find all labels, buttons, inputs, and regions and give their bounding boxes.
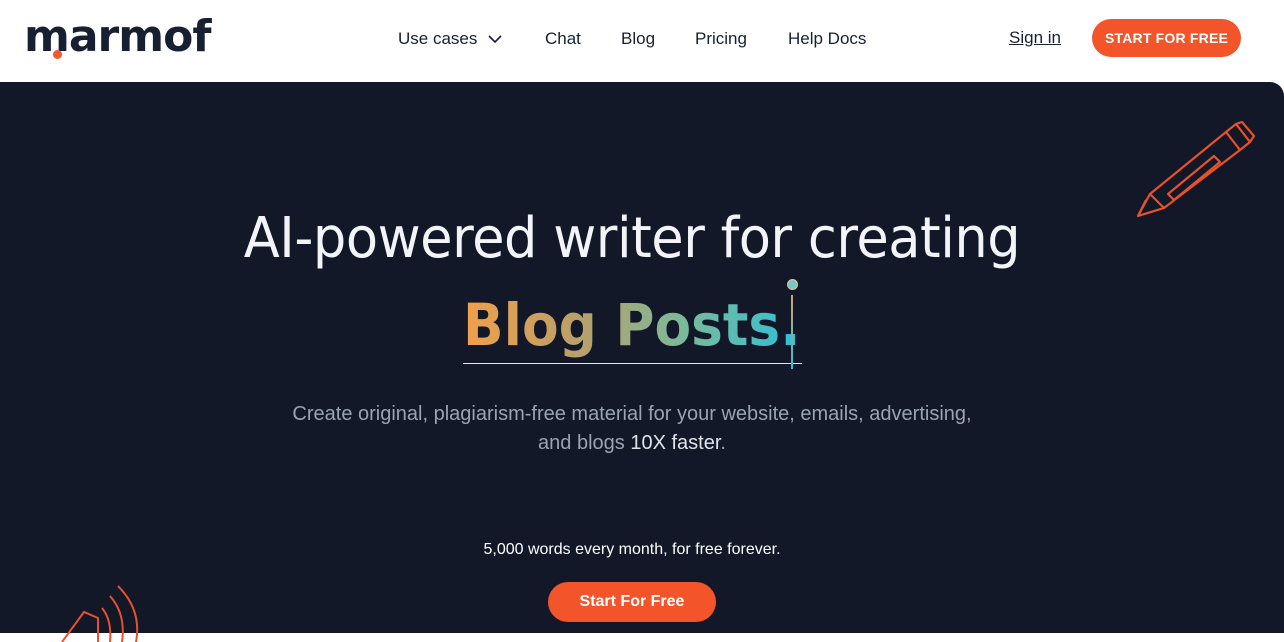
start-for-free-header-button[interactable]: START FOR FREE — [1092, 19, 1241, 57]
hero-headline: AI-powered writer for creating — [243, 206, 1021, 271]
sound-waves-icon — [61, 585, 139, 642]
top-header: marmof Use cases Chat Blog Pricing Help … — [0, 0, 1284, 82]
nav-use-cases-label: Use cases — [398, 29, 478, 48]
typed-text-box: Blog Posts. — [463, 279, 802, 369]
sign-in-link[interactable]: Sign in — [1009, 28, 1061, 48]
logo-wordmark: marmof — [24, 11, 211, 62]
nav-blog[interactable]: Blog — [621, 29, 655, 49]
start-for-free-hero-button[interactable]: Start For Free — [548, 582, 716, 622]
nav-chat[interactable]: Chat — [545, 29, 581, 49]
subtitle-end: . — [720, 432, 726, 454]
pencil-illustration-icon — [1136, 120, 1256, 218]
logo-dot — [53, 50, 62, 59]
typed-text: Blog Posts. — [463, 287, 800, 363]
free-words-note: 5,000 words every month, for free foreve… — [483, 541, 781, 558]
hero-subtitle: Create original, plagiarism-free materia… — [292, 400, 972, 458]
marmof-logo[interactable]: marmof — [24, 11, 211, 62]
subtitle-emphasis: 10X faster — [630, 432, 721, 454]
nav-help-docs[interactable]: Help Docs — [788, 29, 866, 49]
chevron-down-icon — [488, 35, 502, 44]
cursor-knob — [787, 279, 798, 290]
nav-pricing[interactable]: Pricing — [695, 29, 747, 49]
nav-use-cases[interactable]: Use cases — [398, 29, 503, 49]
text-cursor — [791, 295, 793, 369]
hero-section: AI-powered writer for creating Blog Post… — [0, 82, 1284, 642]
